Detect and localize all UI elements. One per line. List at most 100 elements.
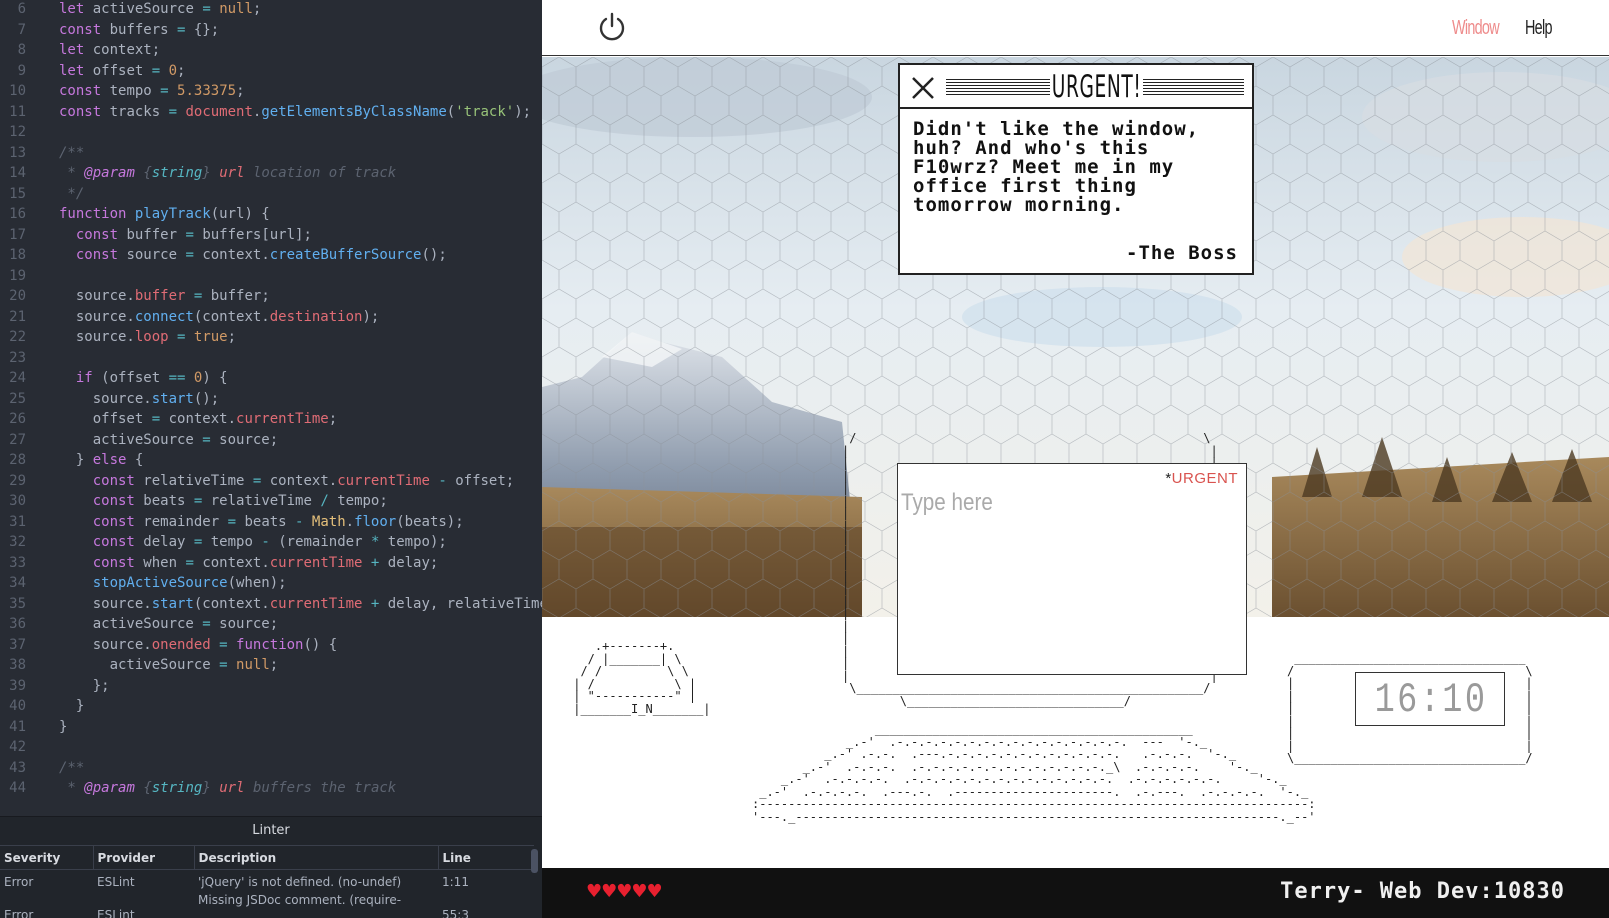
- code-line[interactable]: 15 */: [0, 184, 542, 205]
- message-input[interactable]: [901, 488, 1177, 518]
- linter-scrollbar[interactable]: [531, 849, 538, 873]
- code-line[interactable]: 37 source.onended = function() {: [0, 635, 542, 656]
- code-text[interactable]: const tracks = document.getElementsByCla…: [59, 102, 531, 123]
- code-line[interactable]: 27 activeSource = source;: [0, 430, 542, 451]
- code-line[interactable]: 25 source.start();: [0, 389, 542, 410]
- urgent-dialog: URGENT! Didn't like the window, huh? And…: [898, 63, 1254, 275]
- code-text[interactable]: const delay = tempo - (remainder * tempo…: [59, 532, 447, 553]
- code-line[interactable]: 9 let offset = 0;: [0, 61, 542, 82]
- menu-window[interactable]: Window: [1452, 14, 1500, 42]
- code-line[interactable]: 36 activeSource = source;: [0, 614, 542, 635]
- code-text[interactable]: offset = context.currentTime;: [59, 409, 337, 430]
- line-number: 10: [9, 83, 26, 99]
- code-text[interactable]: const tempo = 5.33375;: [59, 81, 245, 102]
- code-line[interactable]: 34 stopActiveSource(when);: [0, 573, 542, 594]
- code-text[interactable]: let offset = 0;: [59, 61, 185, 82]
- code-line[interactable]: 20 source.buffer = buffer;: [0, 286, 542, 307]
- code-text[interactable]: source.loop = true;: [59, 327, 236, 348]
- code-line[interactable]: 35 source.start(context.currentTime + de…: [0, 594, 542, 615]
- col-provider[interactable]: Provider: [93, 845, 195, 870]
- col-line[interactable]: Line: [438, 845, 534, 870]
- table-row[interactable]: Error ESLint 'jQuery' is not defined. (n…: [0, 870, 534, 894]
- code-text[interactable]: /**: [59, 143, 84, 164]
- code-line[interactable]: 23: [0, 348, 542, 369]
- code-line[interactable]: 17 const buffer = buffers[url];: [0, 225, 542, 246]
- code-editor[interactable]: 6 let activeSource = null; 7 const buffers …: [0, 0, 542, 918]
- keyboard-ascii[interactable]: ________________________________________…: [752, 723, 1316, 823]
- table-row[interactable]: Error ESLint Missing JSDoc comment. (req…: [0, 893, 534, 918]
- code-text[interactable]: source.start();: [59, 389, 219, 410]
- code-text[interactable]: const buffers = {};: [59, 20, 219, 41]
- code-text[interactable]: source.connect(context.destination);: [59, 307, 379, 328]
- severity-cell: Error: [4, 907, 34, 918]
- code-line[interactable]: 38 activeSource = null;: [0, 655, 542, 676]
- line-number: 29: [9, 472, 26, 489]
- code-text[interactable]: const when = context.currentTime + delay…: [59, 553, 439, 574]
- code-line[interactable]: 13 /**: [0, 143, 542, 164]
- code-line[interactable]: 39 };: [0, 676, 542, 697]
- code-text[interactable]: * @param {string} url location of track: [59, 163, 396, 184]
- code-line[interactable]: 30 const beats = relativeTime / tempo;: [0, 491, 542, 512]
- code-text[interactable]: source.buffer = buffer;: [59, 286, 270, 307]
- code-text[interactable]: const source = context.createBufferSourc…: [59, 245, 447, 266]
- code-line[interactable]: 22 source.loop = true;: [0, 327, 542, 348]
- code-text[interactable]: }: [59, 717, 67, 738]
- col-severity[interactable]: Severity: [0, 845, 94, 870]
- code-line[interactable]: 8 let context;: [0, 40, 542, 61]
- code-line[interactable]: 32 const delay = tempo - (remainder * te…: [0, 532, 542, 553]
- code-text[interactable]: */: [59, 184, 84, 205]
- line-number: 26: [9, 411, 26, 427]
- code-line[interactable]: 26 offset = context.currentTime;: [0, 409, 542, 430]
- code-text[interactable]: * @param {string} url buffers the track: [59, 778, 396, 799]
- code-line[interactable]: 19: [0, 266, 542, 287]
- code-line[interactable]: 18 const source = context.createBufferSo…: [0, 245, 542, 266]
- dialog-title-bar[interactable]: URGENT!: [900, 65, 1252, 109]
- menu-help[interactable]: Help: [1525, 14, 1552, 42]
- code-line[interactable]: 29 const relativeTime = context.currentT…: [0, 471, 542, 492]
- code-text[interactable]: /**: [59, 758, 84, 779]
- code-text[interactable]: if (offset == 0) {: [59, 368, 228, 389]
- monitor-screen[interactable]: *URGENT: [897, 463, 1247, 675]
- code-line[interactable]: 44 * @param {string} url buffers the tra…: [0, 778, 542, 799]
- code-text[interactable]: const remainder = beats - Math.floor(bea…: [59, 512, 464, 533]
- code-text[interactable]: };: [59, 676, 110, 697]
- col-description[interactable]: Description: [194, 845, 439, 870]
- code-text[interactable]: const relativeTime = context.currentTime…: [59, 471, 515, 492]
- code-text[interactable]: activeSource = null;: [59, 655, 279, 676]
- code-text[interactable]: activeSource = source;: [59, 430, 278, 451]
- inbox-tray-ascii[interactable]: .+-------+. / |_______| \ / / \ \ | / \ …: [566, 640, 710, 715]
- code-line[interactable]: 31 const remainder = beats - Math.floor(…: [0, 512, 542, 533]
- code-text[interactable]: function playTrack(url) {: [59, 204, 270, 225]
- power-icon[interactable]: [597, 12, 627, 42]
- code-text[interactable]: let context;: [59, 40, 160, 61]
- code-text[interactable]: const buffer = buffers[url];: [59, 225, 312, 246]
- code-line[interactable]: 41}: [0, 717, 542, 738]
- code-line[interactable]: 12: [0, 122, 542, 143]
- code-line[interactable]: 7 const buffers = {};: [0, 20, 542, 41]
- code-line[interactable]: 28 } else {: [0, 450, 542, 471]
- line-number: 19: [9, 267, 26, 284]
- code-text[interactable]: stopActiveSource(when);: [59, 573, 287, 594]
- code-text[interactable]: activeSource = source;: [59, 614, 278, 635]
- code-line[interactable]: 43 /**: [0, 758, 542, 779]
- code-line[interactable]: 21 source.connect(context.destination);: [0, 307, 542, 328]
- code-text[interactable]: }: [59, 696, 84, 717]
- code-line[interactable]: 10 const tempo = 5.33375;: [0, 81, 542, 102]
- code-text[interactable]: source.start(context.currentTime + delay…: [59, 594, 542, 615]
- code-line[interactable]: 11 const tracks = document.getElementsByC…: [0, 102, 542, 123]
- code-line[interactable]: 24 if (offset == 0) {: [0, 368, 542, 389]
- line-cell[interactable]: 55:3: [438, 894, 534, 918]
- line-cell[interactable]: 1:11: [438, 870, 534, 894]
- code-area[interactable]: 6 let activeSource = null; 7 const buffers …: [0, 0, 542, 816]
- code-text[interactable]: } else {: [59, 450, 143, 471]
- code-line[interactable]: 16 function playTrack(url) {: [0, 204, 542, 225]
- code-line[interactable]: 14 * @param {string} url location of tra…: [0, 163, 542, 184]
- code-line[interactable]: 42: [0, 737, 542, 758]
- code-text[interactable]: const beats = relativeTime / tempo;: [59, 491, 388, 512]
- code-line[interactable]: 40 }: [0, 696, 542, 717]
- code-line[interactable]: 33 const when = context.currentTime + de…: [0, 553, 542, 574]
- code-line[interactable]: 6 let activeSource = null;: [0, 0, 542, 20]
- close-icon[interactable]: [910, 75, 936, 101]
- code-text[interactable]: let activeSource = null;: [59, 0, 261, 20]
- code-text[interactable]: source.onended = function() {: [59, 635, 338, 656]
